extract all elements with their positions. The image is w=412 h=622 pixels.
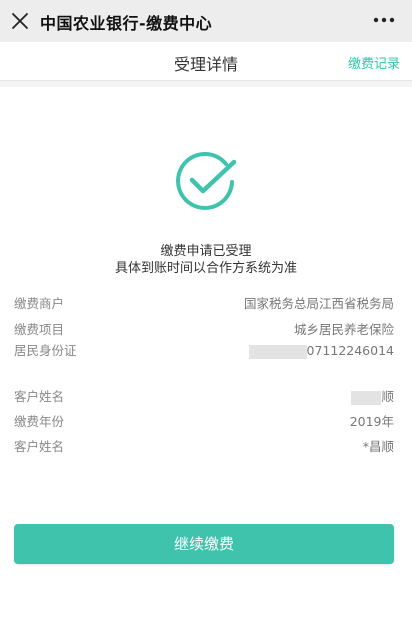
detail-row-id-card: 居民身份证 07112246014 <box>14 343 394 377</box>
detail-label: 客户姓名 <box>14 439 65 454</box>
continue-payment-button[interactable]: 继续缴费 <box>14 524 394 564</box>
detail-value-wrap: 07112246014 <box>248 343 394 359</box>
detail-label: 缴费商户 <box>14 296 65 311</box>
app-title: 中国农业银行-缴费中心 <box>40 14 213 33</box>
divider <box>0 81 412 87</box>
page-header: 受理详情 缴费记录 <box>0 42 412 81</box>
detail-value-wrap: 顺 <box>351 386 394 405</box>
detail-value: 顺 <box>381 389 394 404</box>
success-note: 具体到账时间以合作方系统为准 <box>114 261 297 276</box>
check-circle-icon <box>176 152 237 210</box>
detail-value: *昌顺 <box>362 439 394 454</box>
detail-value: 07112246014 <box>306 343 394 358</box>
detail-value: 2019年 <box>349 414 394 429</box>
detail-label: 缴费项目 <box>14 322 65 337</box>
redaction-mask <box>248 344 307 359</box>
detail-label: 客户姓名 <box>14 389 65 404</box>
payment-records-link[interactable]: 缴费记录 <box>348 53 400 72</box>
redaction-mask <box>351 390 382 405</box>
more-icon[interactable] <box>370 8 398 32</box>
detail-value: 城乡居民养老保险 <box>293 322 394 337</box>
title-bar: 中国农业银行-缴费中心 <box>0 0 412 42</box>
close-icon[interactable] <box>10 11 30 31</box>
detail-value: 国家税务总局江西省税务局 <box>243 296 394 311</box>
detail-label: 缴费年份 <box>14 414 65 429</box>
detail-label: 居民身份证 <box>14 343 77 358</box>
